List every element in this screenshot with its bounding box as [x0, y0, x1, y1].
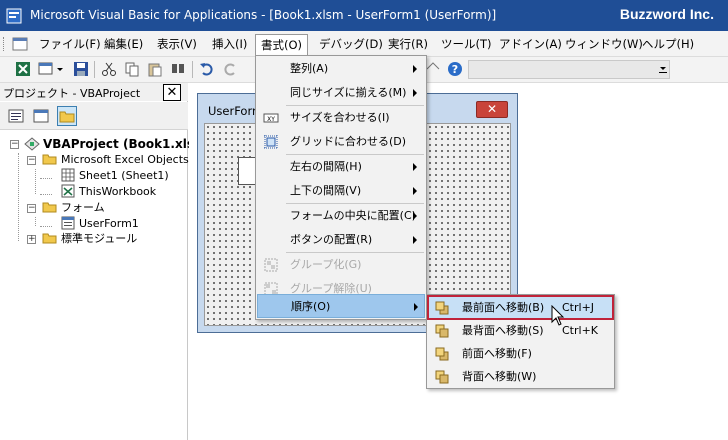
paste-icon[interactable]	[147, 61, 163, 77]
expander-project[interactable]: −	[10, 140, 19, 149]
menu-debug[interactable]: デバッグ(D)	[314, 35, 388, 54]
menu-item-size-to-grid[interactable]: グリッドに合わせる(D)	[257, 130, 425, 154]
menu-addins[interactable]: アドイン(A)	[494, 35, 567, 54]
tree-forms[interactable]: フォーム	[42, 200, 105, 216]
submenu-arrow-icon	[414, 303, 418, 311]
excel-view-icon[interactable]	[12, 36, 28, 52]
project-title: プロジェクト - VBAProject	[3, 87, 141, 100]
menu-tools[interactable]: ツール(T)	[436, 35, 497, 54]
menu-item-make-same-size[interactable]: 同じサイズに揃える(M)	[257, 81, 425, 105]
window-title: Microsoft Visual Basic for Applications …	[30, 8, 497, 22]
submenu-item-send-backward[interactable]: 背面へ移動(W)	[428, 365, 613, 388]
expander-excel-objects[interactable]: −	[27, 156, 36, 165]
menu-item-group[interactable]: グループ化(G)	[257, 253, 425, 277]
submenu-arrow-icon	[413, 89, 417, 97]
copy-icon[interactable]	[124, 61, 140, 77]
submenu-arrow-icon	[413, 236, 417, 244]
excel-icon[interactable]	[15, 61, 31, 77]
redo-icon[interactable]	[222, 61, 238, 77]
menubar-grip[interactable]	[3, 37, 6, 51]
submenu-item-bring-forward[interactable]: 前面へ移動(F)	[428, 342, 613, 365]
format-menu: 整列(A) 同じサイズに揃える(M) XY サイズを合わせる(I) グリッドに合…	[255, 55, 427, 320]
toolbar-combo[interactable]	[468, 60, 670, 79]
send-backward-icon	[435, 370, 449, 384]
group-icon	[264, 258, 278, 272]
userform-close-button[interactable]: ✕	[476, 101, 508, 118]
vba-app-icon	[6, 8, 22, 24]
tree-thisworkbook[interactable]: ThisWorkbook	[60, 184, 156, 200]
menu-item-center-in-form[interactable]: フォームの中央に配置(C)	[257, 204, 425, 228]
insert-userform-icon[interactable]	[38, 61, 54, 77]
tree-modules[interactable]: 標準モジュール	[42, 231, 137, 247]
save-icon[interactable]	[73, 61, 89, 77]
brand-label: Buzzword Inc.	[619, 6, 714, 22]
toggle-folders-button[interactable]	[57, 106, 77, 126]
menu-item-arrange-buttons[interactable]: ボタンの配置(R)	[257, 228, 425, 252]
send-to-back-icon	[435, 324, 449, 338]
object-browser-icon[interactable]	[425, 61, 441, 77]
menu-window[interactable]: ウィンドウ(W)	[560, 35, 648, 54]
mouse-cursor-icon	[551, 305, 565, 326]
view-code-icon[interactable]	[6, 106, 26, 126]
svg-text:XY: XY	[267, 116, 275, 123]
project-explorer: プロジェクト - VBAProject ✕ − VBAProject (Book…	[0, 83, 212, 440]
combo-arrow-icon[interactable]	[659, 64, 667, 76]
project-header: プロジェクト - VBAProject ✕	[0, 83, 188, 101]
cut-icon[interactable]	[101, 61, 117, 77]
submenu-arrow-icon	[413, 212, 417, 220]
folder-icon	[59, 111, 75, 123]
submenu-arrow-icon	[413, 163, 417, 171]
project-toolbar	[0, 102, 188, 130]
userform-icon	[61, 216, 75, 230]
tree-excel-objects[interactable]: Microsoft Excel Objects	[42, 152, 189, 168]
folder-open-icon	[42, 202, 57, 213]
menu-insert[interactable]: 挿入(I)	[207, 35, 252, 54]
menu-item-vertical-spacing[interactable]: 上下の間隔(V)	[257, 179, 425, 203]
vbaproject-icon	[24, 137, 40, 151]
menu-view[interactable]: 表示(V)	[152, 35, 202, 54]
tree-sheet1[interactable]: Sheet1 (Sheet1)	[60, 168, 169, 184]
svg-text:?: ?	[452, 63, 458, 76]
folder-open-icon	[42, 154, 57, 165]
help-icon[interactable]: ?	[447, 61, 463, 77]
sheet-icon	[61, 168, 75, 182]
menu-item-order[interactable]: 順序(O)	[257, 294, 425, 318]
undo-icon[interactable]	[199, 61, 215, 77]
menu-help[interactable]: ヘルプ(H)	[637, 35, 699, 54]
size-to-grid-icon	[264, 135, 278, 149]
submenu-item-send-to-back[interactable]: 最背面へ移動(S) Ctrl+K	[428, 319, 613, 342]
submenu-arrow-icon	[413, 187, 417, 195]
project-close-button[interactable]: ✕	[163, 84, 181, 101]
title-bar: Microsoft Visual Basic for Applications …	[0, 0, 728, 31]
tree-userform1[interactable]: UserForm1	[60, 216, 139, 232]
tree-vbaproject[interactable]: VBAProject (Book1.xlsm)	[24, 136, 212, 152]
menu-format[interactable]: 書式(O)	[255, 34, 309, 56]
expander-forms[interactable]: −	[27, 204, 36, 213]
size-to-fit-icon: XY	[263, 113, 279, 123]
expander-modules[interactable]: +	[27, 235, 36, 244]
folder-icon	[42, 233, 57, 244]
find-icon[interactable]	[170, 61, 186, 77]
menu-item-size-to-fit[interactable]: XY サイズを合わせる(I)	[257, 106, 425, 130]
workbook-icon	[61, 184, 75, 198]
menu-file[interactable]: ファイル(F)	[34, 35, 106, 54]
submenu-arrow-icon	[413, 65, 417, 73]
view-object-icon[interactable]	[31, 106, 51, 126]
menu-item-horizontal-spacing[interactable]: 左右の間隔(H)	[257, 155, 425, 179]
menu-run[interactable]: 実行(R)	[383, 35, 433, 54]
menu-edit[interactable]: 編集(E)	[99, 35, 148, 54]
bring-forward-icon	[435, 347, 449, 361]
bring-to-front-icon	[435, 301, 449, 315]
menu-item-align[interactable]: 整列(A)	[257, 57, 425, 81]
dropdown-icon[interactable]	[56, 61, 64, 77]
order-submenu: 最前面へ移動(B) Ctrl+J 最背面へ移動(S) Ctrl+K 前面へ移動(…	[426, 294, 615, 389]
submenu-item-bring-to-front[interactable]: 最前面へ移動(B) Ctrl+J	[427, 295, 614, 320]
menu-bar: ファイル(F) 編集(E) 表示(V) 挿入(I) 書式(O) デバッグ(D) …	[0, 31, 728, 57]
